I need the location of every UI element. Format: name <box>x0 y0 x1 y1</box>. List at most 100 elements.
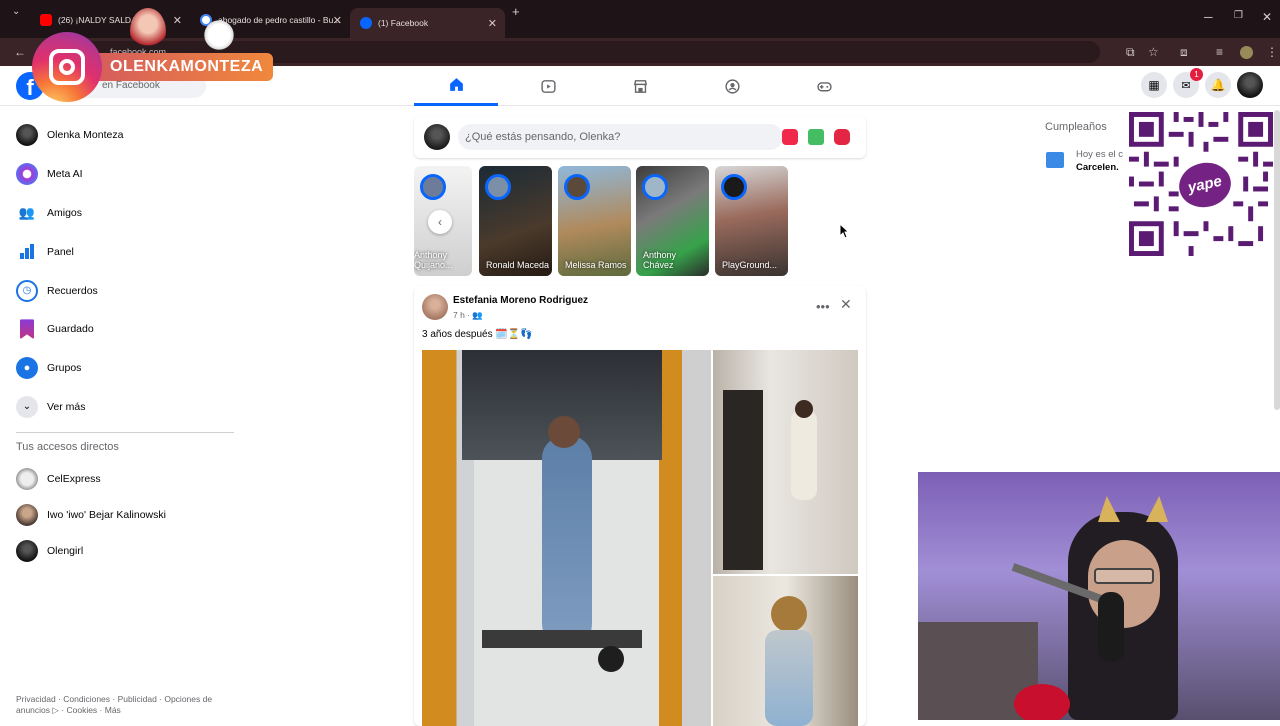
sidebar-item-groups[interactable]: ● Grupos <box>8 349 236 388</box>
story-name: Melissa Ramos <box>565 260 627 270</box>
profile-avatar-icon[interactable] <box>1240 46 1253 59</box>
home-icon <box>449 78 463 91</box>
sidebar-item-friends[interactable]: 👥 Amigos <box>8 194 236 233</box>
story-avatar <box>485 174 511 200</box>
story-name: Ronald Maceda <box>486 260 550 270</box>
tab-home[interactable] <box>414 66 498 106</box>
tab-video[interactable] <box>506 66 590 106</box>
page-scrollbar[interactable] <box>1274 110 1280 410</box>
tab-search-icon[interactable]: ⌄ <box>12 5 20 19</box>
post-photo[interactable] <box>713 350 858 574</box>
post-author[interactable]: Estefania Moreno Rodriguez <box>453 295 588 306</box>
groups-icon: ● <box>16 357 38 380</box>
shortcut-avatar <box>16 504 38 527</box>
new-tab-button[interactable]: + <box>512 5 520 19</box>
story-name: Anthony Chávez <box>643 250 677 270</box>
close-tab-icon[interactable]: ✕ <box>333 14 342 27</box>
story-card[interactable]: Ronald Maceda <box>479 166 552 276</box>
friends-icon: 👥 <box>18 204 36 220</box>
sidebar-item-label: Recuerdos <box>47 284 98 297</box>
sidebar-item-label: Olenka Monteza <box>47 129 124 142</box>
tab-gaming[interactable] <box>782 66 866 106</box>
post-photo[interactable] <box>422 350 711 726</box>
sidebar-item-label: Ver más <box>47 400 86 413</box>
video-icon <box>540 79 556 93</box>
footer-links[interactable]: Privacidad · Condiciones · Publicidad · … <box>16 694 231 716</box>
facebook-icon <box>360 17 372 29</box>
menu-grid-button[interactable]: ▦ <box>1141 72 1167 98</box>
birthday-name: Carcelen. <box>1076 162 1119 173</box>
mouse-cursor <box>839 223 849 239</box>
browser-tab-facebook[interactable]: (1) Facebook ✕ <box>350 8 505 38</box>
install-app-icon[interactable]: ⧉ <box>1126 38 1135 66</box>
story-card[interactable]: PlayGround... <box>715 166 788 276</box>
birthdays-heading: Cumpleaños <box>1045 121 1107 133</box>
story-name: PlayGround... <box>722 260 778 270</box>
story-card[interactable]: Melissa Ramos <box>558 166 631 276</box>
close-tab-icon[interactable]: ✕ <box>173 14 182 27</box>
grid-icon: ▦ <box>1148 78 1160 92</box>
tab-title: abogado de pedro castillo - Bu... <box>218 15 341 25</box>
restore-icon[interactable]: ❐ <box>1234 10 1243 21</box>
post-author-avatar[interactable] <box>422 294 448 320</box>
story-name: Anthony Quijano... <box>414 250 453 270</box>
extensions-icon[interactable]: ⧈ <box>1180 38 1188 66</box>
post-text: 3 años después 🗓️⏳👣 <box>422 329 533 340</box>
notifications-button[interactable]: 🔔 <box>1205 72 1231 98</box>
sidebar-item-label: Guardado <box>47 323 94 336</box>
left-sidebar: Olenka Monteza Meta AI 👥 Amigos Panel ◷ … <box>8 116 236 569</box>
sidebar-item-saved[interactable]: Guardado <box>8 310 236 349</box>
chevron-down-icon: ⌄ <box>16 395 38 418</box>
composer-input[interactable]: ¿Qué estás pensando, Olenka? <box>458 124 783 150</box>
feed-post: Estefania Moreno Rodriguez 7 h · 👥 ••• ✕… <box>414 286 866 726</box>
shortcut-label: CelExpress <box>47 473 101 486</box>
shortcut-item[interactable]: Iwo 'iwo' Bejar Kalinowski <box>8 497 236 533</box>
shortcut-item[interactable]: Olengirl <box>8 533 236 569</box>
story-card[interactable]: Anthony Chávez <box>636 166 709 276</box>
reading-list-icon[interactable]: ≡ <box>1216 38 1223 66</box>
sidebar-item-label: Grupos <box>47 362 82 375</box>
tab-marketplace[interactable] <box>598 66 682 106</box>
profile-avatar <box>16 124 38 147</box>
stories-tray: Anthony Quijano... ‹ Ronald Maceda Melis… <box>414 166 866 278</box>
instagram-handle: OLENKAMONTEZA <box>94 53 274 81</box>
dashboard-icon <box>16 240 38 263</box>
shortcut-avatar <box>16 468 38 491</box>
poodle-sticker <box>202 18 236 52</box>
birthday-item[interactable]: Hoy es el c Carcelen. <box>1046 148 1123 174</box>
post-photo[interactable] <box>713 576 858 726</box>
bookmark-star-icon[interactable]: ☆ <box>1148 38 1159 66</box>
instagram-icon <box>32 32 102 102</box>
sidebar-item-meta-ai[interactable]: Meta AI <box>8 155 236 194</box>
gift-icon <box>1046 152 1064 168</box>
sidebar-item-memories[interactable]: ◷ Recuerdos <box>8 271 236 310</box>
stories-prev-button[interactable]: ‹ <box>428 210 452 234</box>
sidebar-item-label: Panel <box>47 245 74 258</box>
close-tab-icon[interactable]: ✕ <box>488 17 497 30</box>
tab-groups[interactable] <box>690 66 774 106</box>
marketplace-icon <box>633 79 647 93</box>
shortcut-item[interactable]: CelExpress <box>8 461 236 497</box>
live-video-icon[interactable] <box>782 129 798 145</box>
sidebar-item-panel[interactable]: Panel <box>8 232 236 271</box>
post-close-icon[interactable]: ✕ <box>840 296 852 313</box>
messenger-button[interactable]: ✉ 1 <box>1173 68 1203 98</box>
composer-avatar[interactable] <box>424 124 450 150</box>
close-window-icon[interactable]: ✕ <box>1262 10 1272 24</box>
photo-video-icon[interactable] <box>808 129 824 145</box>
bell-icon: 🔔 <box>1210 78 1226 92</box>
minimize-icon[interactable]: ─ <box>1204 10 1213 24</box>
back-icon[interactable]: ← <box>14 38 26 66</box>
sidebar-item-profile[interactable]: Olenka Monteza <box>8 116 236 155</box>
sidebar-item-label: Amigos <box>47 206 83 219</box>
menu-kebab-icon[interactable]: ⋮ <box>1266 38 1278 66</box>
browser-tab-youtube[interactable]: (26) ¡NALDY SALDAÑA ... ✕ <box>30 6 190 34</box>
post-timestamp[interactable]: 7 h · 👥 <box>453 310 483 321</box>
sidebar-item-see-more[interactable]: ⌄ Ver más <box>8 388 236 427</box>
messenger-icon: ✉ <box>1181 79 1191 92</box>
post-more-icon[interactable]: ••• <box>816 299 830 314</box>
birthday-text: Hoy es el c <box>1076 149 1123 160</box>
anime-girl-sticker <box>130 8 166 54</box>
account-avatar-button[interactable] <box>1237 72 1263 98</box>
reel-icon[interactable] <box>834 129 850 145</box>
